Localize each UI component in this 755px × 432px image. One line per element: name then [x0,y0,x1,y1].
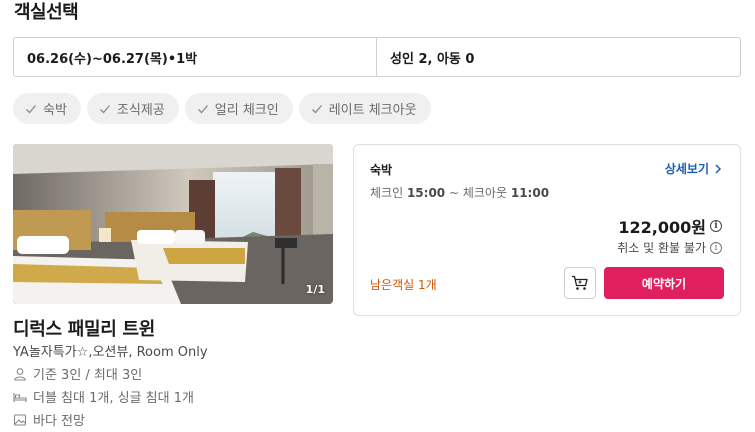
room-photo[interactable]: 1/1 [13,144,333,304]
filter-chip-stay[interactable]: 숙박 [13,93,81,124]
room-capacity: 기준 3인 / 최대 3인 [13,364,142,383]
price: 122,000원 i [618,214,722,238]
refund-policy-text: 취소 및 환불 불가 [617,241,706,255]
room-description: YA놀자특가☆,오션뷰, Room Only [13,345,208,360]
check-icon [99,104,110,113]
checkin-time: 15:00 [406,186,446,200]
room-view-text: 바다 전망 [33,414,85,429]
detail-link-label: 상세보기 [664,162,709,176]
rate-type: 숙박 [370,163,393,177]
reserve-button[interactable]: 예약하기 [604,267,724,299]
filter-chip-breakfast[interactable]: 조식제공 [86,93,179,124]
add-to-cart-button[interactable] [564,267,596,299]
filter-chip-label: 숙박 [43,103,67,118]
checkout-label: 체크아웃 [462,186,508,200]
room-capacity-text: 기준 3인 / 최대 3인 [33,368,143,383]
room-name: 디럭스 패밀리 트윈 [13,319,156,340]
chevron-right-icon [715,163,722,174]
checkout-time: 11:00 [510,186,550,200]
detail-link[interactable]: 상세보기 [665,160,722,177]
room-photo-image [13,144,333,304]
guest-selector[interactable]: 성인 2, 아동 0 [377,38,740,76]
cart-icon [572,275,588,290]
date-selector[interactable]: 06.26(수)~06.27(목)•1박 [14,38,377,76]
person-icon [14,367,26,381]
landscape-icon [13,413,27,426]
checkin-label: 체크인 [370,186,404,200]
check-icon [311,104,322,113]
room-beds: 더블 침대 1개, 싱글 침대 1개 [13,387,194,406]
price-value: 122,000원 [618,218,706,237]
time-separator: ~ [445,186,463,200]
room-view: 바다 전망 [13,410,85,429]
filter-chip-late-checkout[interactable]: 레이트 체크아웃 [298,93,431,124]
filter-chip-label: 레이트 체크아웃 [328,103,417,118]
filter-chip-early-checkin[interactable]: 얼리 체크인 [184,93,293,124]
check-icon [26,104,36,113]
rate-card: 숙박 상세보기 체크인 15:00 ~ 체크아웃 11:00 122,000원 … [353,144,741,316]
photo-counter: 1/1 [305,283,325,296]
filter-chip-label: 조식제공 [116,103,165,118]
section-title: 객실선택 [14,2,79,23]
info-icon[interactable]: i [710,241,722,254]
filter-chips: 숙박 조식제공 얼리 체크인 레이트 체크아웃 [13,93,431,124]
check-icon [197,104,208,113]
remaining-rooms: 남은객실 1개 [370,278,437,292]
checkin-checkout-times: 체크인 15:00 ~ 체크아웃 11:00 [370,184,549,201]
bed-icon [13,392,27,402]
search-bar: 06.26(수)~06.27(목)•1박 성인 2, 아동 0 [13,37,741,77]
info-icon[interactable]: i [710,220,722,232]
room-beds-text: 더블 침대 1개, 싱글 침대 1개 [33,391,194,406]
filter-chip-label: 얼리 체크인 [214,103,279,118]
refund-policy: 취소 및 환불 불가 i [617,239,722,256]
